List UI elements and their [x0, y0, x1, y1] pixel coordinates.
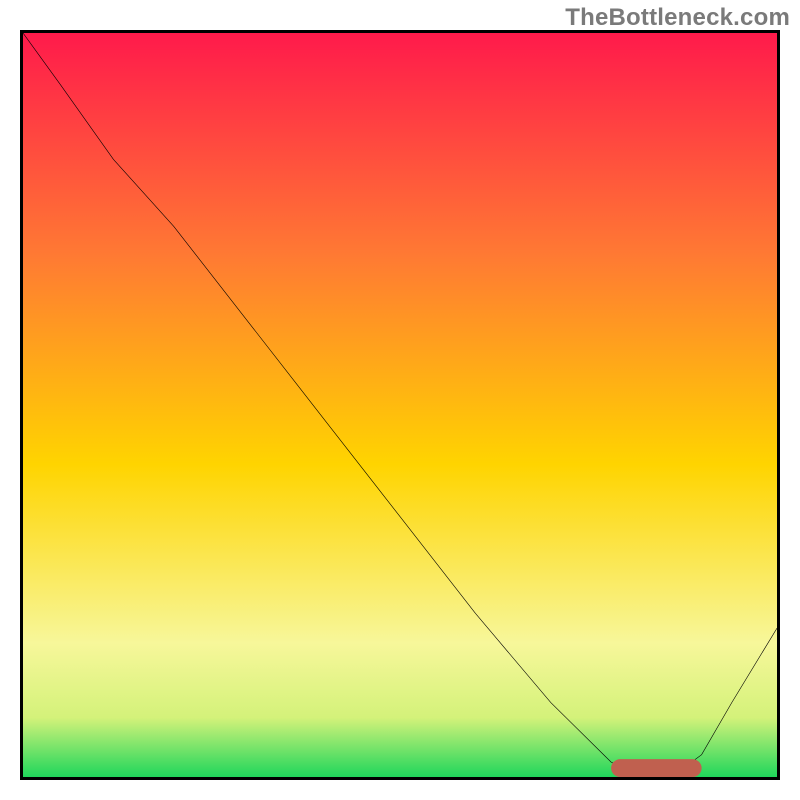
- chart-stage: TheBottleneck.com: [0, 0, 800, 800]
- chart-svg: [23, 33, 777, 777]
- watermark-label: TheBottleneck.com: [565, 4, 790, 32]
- optimal-range-marker: [611, 759, 701, 777]
- chart-background-gradient: [23, 33, 777, 777]
- chart-plot-area: [20, 30, 780, 780]
